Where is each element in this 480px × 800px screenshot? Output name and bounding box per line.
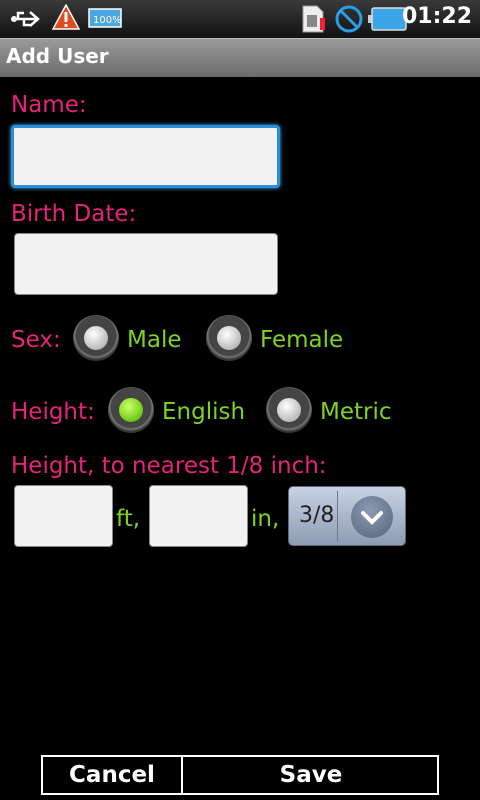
- metric-radio[interactable]: [266, 387, 312, 433]
- cancel-button[interactable]: Cancel: [43, 757, 183, 793]
- fraction-value: 3/8: [299, 503, 335, 528]
- svg-text:100%: 100%: [93, 15, 122, 26]
- height-inch-label: Height, to nearest 1/8 inch:: [11, 453, 327, 479]
- english-radio[interactable]: [108, 387, 154, 433]
- status-time: 01:22: [401, 4, 472, 29]
- metric-option-label[interactable]: Metric: [320, 399, 392, 425]
- birth-date-input[interactable]: [14, 233, 278, 295]
- fraction-spinner[interactable]: 3/8: [288, 486, 406, 546]
- inches-input[interactable]: [149, 485, 248, 547]
- warning-icon: [51, 3, 81, 34]
- usb-icon: [10, 8, 46, 34]
- feet-unit-label: ft,: [116, 506, 141, 532]
- sim-icon: [300, 4, 326, 38]
- battery-status-icon: 100%: [88, 7, 124, 33]
- height-label: Height:: [11, 399, 95, 425]
- sex-label: Sex:: [11, 327, 61, 353]
- inches-unit-label: in,: [251, 506, 280, 532]
- title-bar: Add User: [0, 38, 480, 77]
- button-bar: Cancel Save: [41, 755, 439, 795]
- birth-date-label: Birth Date:: [11, 201, 137, 227]
- male-radio[interactable]: [73, 315, 119, 361]
- male-option-label[interactable]: Male: [127, 327, 181, 353]
- name-label: Name:: [11, 92, 87, 118]
- female-radio[interactable]: [206, 315, 252, 361]
- chevron-down-icon[interactable]: [351, 496, 393, 538]
- save-button[interactable]: Save: [183, 757, 439, 793]
- status-bar: 100% 01:22: [0, 0, 480, 38]
- feet-input[interactable]: [14, 485, 113, 547]
- no-signal-icon: [334, 4, 364, 38]
- name-input[interactable]: [11, 125, 280, 188]
- window-title: Add User: [6, 44, 109, 68]
- spinner-divider: [337, 491, 338, 541]
- english-option-label[interactable]: English: [162, 399, 245, 425]
- female-option-label[interactable]: Female: [260, 327, 343, 353]
